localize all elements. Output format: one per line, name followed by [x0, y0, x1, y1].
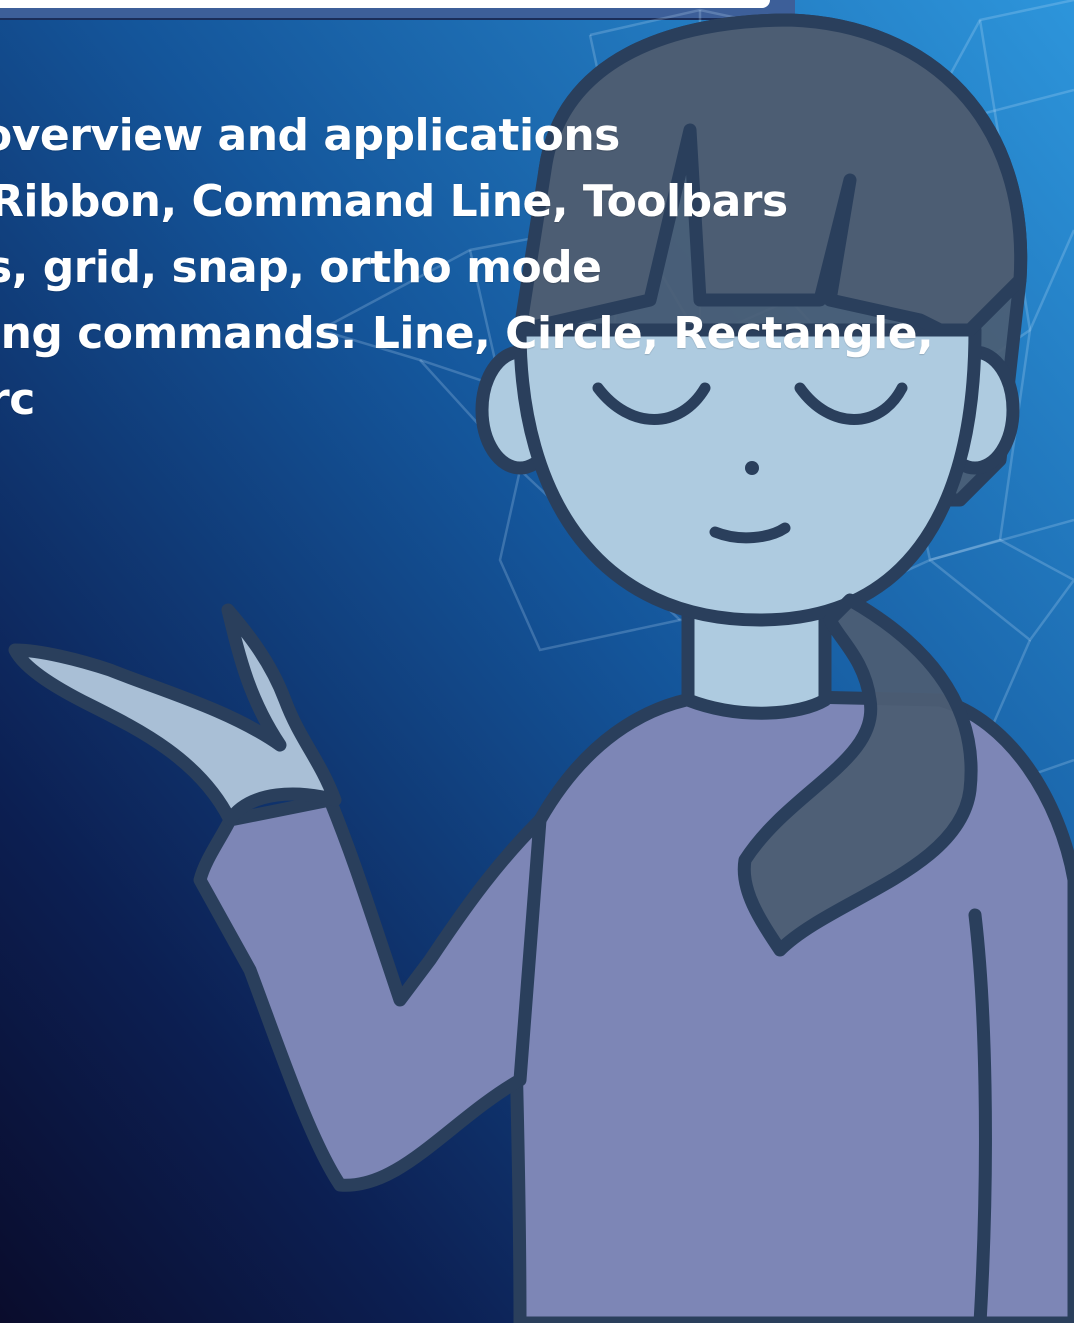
- bullet-line-3: s, grid, snap, ortho mode: [0, 242, 602, 293]
- slide-canvas: overview and applications Ribbon, Comman…: [0, 0, 1074, 1323]
- bullet-line-1: overview and applications: [0, 110, 620, 161]
- bullet-line-4: ing commands: Line, Circle, Rectangle,: [0, 308, 934, 359]
- bullet-line-5: rc: [0, 374, 35, 425]
- bullet-line-2: Ribbon, Command Line, Toolbars: [0, 176, 788, 227]
